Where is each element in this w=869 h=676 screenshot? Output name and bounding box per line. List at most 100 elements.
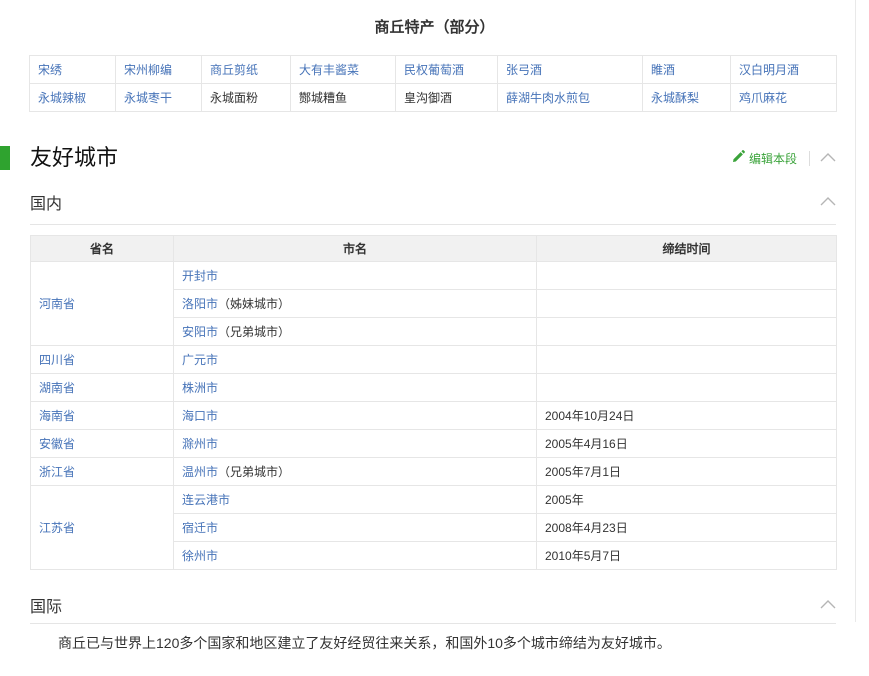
table-row: 湖南省 株洲市 xyxy=(31,374,837,402)
specialty-link[interactable]: 汉白明月酒 xyxy=(739,63,799,77)
province-link[interactable]: 浙江省 xyxy=(39,465,75,479)
specialty-cell: 宋绣 xyxy=(30,56,116,84)
specialties-table-caption: 商丘特产（部分） xyxy=(0,0,869,36)
province-link[interactable]: 海南省 xyxy=(39,409,75,423)
date-cell: 2005年4月16日 xyxy=(537,430,837,458)
specialty-link[interactable]: 商丘剪纸 xyxy=(210,63,258,77)
date-cell: 2005年 xyxy=(537,486,837,514)
city-cell: 徐州市 xyxy=(174,542,537,570)
specialty-cell: 永城辣椒 xyxy=(30,84,116,112)
city-cell: 温州市（兄弟城市） xyxy=(174,458,537,486)
specialty-link[interactable]: 大有丰酱菜 xyxy=(299,63,359,77)
specialty-row: 永城辣椒 永城枣干 永城面粉 酂城糟鱼 皇沟御酒 薛湖牛肉水煎包 永城酥梨 鸡爪麻花 xyxy=(30,84,837,112)
specialty-link[interactable]: 永城酥梨 xyxy=(651,91,699,105)
specialty-link[interactable]: 张弓酒 xyxy=(506,63,542,77)
province-link[interactable]: 安徽省 xyxy=(39,437,75,451)
city-cell: 广元市 xyxy=(174,346,537,374)
divider xyxy=(30,224,836,225)
province-cell: 湖南省 xyxy=(31,374,174,402)
subsection-header-international: 国际 xyxy=(30,596,836,614)
subsection-title: 国际 xyxy=(30,593,62,617)
city-link[interactable]: 开封市 xyxy=(182,269,218,283)
date-cell: 2008年4月23日 xyxy=(537,514,837,542)
specialty-cell: 汉白明月酒 xyxy=(731,56,837,84)
specialty-text: 永城面粉 xyxy=(210,91,258,105)
specialty-link[interactable]: 宋州柳编 xyxy=(124,63,172,77)
city-cell: 安阳市（兄弟城市） xyxy=(174,318,537,346)
chevron-up-icon[interactable] xyxy=(820,596,836,614)
city-cell: 开封市 xyxy=(174,262,537,290)
edit-section-label: 编辑本段 xyxy=(749,150,797,167)
province-cell: 四川省 xyxy=(31,346,174,374)
specialty-text: 皇沟御酒 xyxy=(404,91,452,105)
city-suffix: （兄弟城市） xyxy=(218,465,290,479)
specialty-link[interactable]: 永城枣干 xyxy=(124,91,172,105)
specialty-cell: 商丘剪纸 xyxy=(202,56,291,84)
specialty-cell: 民权葡萄酒 xyxy=(396,56,498,84)
international-paragraph: 商丘已与世界上120多个国家和地区建立了友好经贸往来关系，和国外10多个城市缔结… xyxy=(30,635,836,652)
specialty-cell: 薛湖牛肉水煎包 xyxy=(498,84,643,112)
province-link[interactable]: 江苏省 xyxy=(39,521,75,535)
city-link[interactable]: 滁州市 xyxy=(182,437,218,451)
subsection-title: 国内 xyxy=(30,190,62,214)
city-link[interactable]: 徐州市 xyxy=(182,549,218,563)
table-row: 浙江省温州市（兄弟城市）2005年7月1日 xyxy=(31,458,837,486)
specialty-link[interactable]: 宋绣 xyxy=(38,63,62,77)
column-header-province: 省名 xyxy=(31,236,174,262)
city-cell: 滁州市 xyxy=(174,430,537,458)
date-cell: 2004年10月24日 xyxy=(537,402,837,430)
province-link[interactable]: 湖南省 xyxy=(39,381,75,395)
city-link[interactable]: 株洲市 xyxy=(182,381,218,395)
table-header-row: 省名 市名 缔结时间 xyxy=(31,236,837,262)
city-link[interactable]: 安阳市 xyxy=(182,325,218,339)
subsection-header-domestic: 国内 xyxy=(30,193,836,211)
specialty-link[interactable]: 睢酒 xyxy=(651,63,675,77)
province-link[interactable]: 四川省 xyxy=(39,353,75,367)
chevron-up-icon[interactable] xyxy=(820,193,836,211)
specialty-text: 酂城糟鱼 xyxy=(299,91,347,105)
edit-section-button[interactable]: 编辑本段 xyxy=(732,150,797,167)
table-row: 河南省开封市 xyxy=(31,262,837,290)
pencil-icon xyxy=(732,150,745,166)
specialty-row: 宋绣 宋州柳编 商丘剪纸 大有丰酱菜 民权葡萄酒 张弓酒 睢酒 汉白明月酒 xyxy=(30,56,837,84)
city-link[interactable]: 连云港市 xyxy=(182,493,230,507)
date-cell: 2005年7月1日 xyxy=(537,458,837,486)
province-cell: 浙江省 xyxy=(31,458,174,486)
page-section-title: 友好城市 xyxy=(30,145,118,171)
specialty-cell: 酂城糟鱼 xyxy=(291,84,396,112)
date-cell xyxy=(537,374,837,402)
specialty-cell: 张弓酒 xyxy=(498,56,643,84)
specialty-cell: 鸡爪麻花 xyxy=(731,84,837,112)
city-link[interactable]: 洛阳市 xyxy=(182,297,218,311)
city-link[interactable]: 广元市 xyxy=(182,353,218,367)
specialty-cell: 睢酒 xyxy=(643,56,731,84)
city-cell: 株洲市 xyxy=(174,374,537,402)
specialty-link[interactable]: 薛湖牛肉水煎包 xyxy=(506,91,590,105)
table-row: 海南省 海口市 2004年10月24日 xyxy=(31,402,837,430)
section-green-bar xyxy=(0,146,10,170)
city-cell: 连云港市 xyxy=(174,486,537,514)
city-link[interactable]: 宿迁市 xyxy=(182,521,218,535)
divider xyxy=(809,151,810,166)
province-cell: 海南省 xyxy=(31,402,174,430)
province-link[interactable]: 河南省 xyxy=(39,297,75,311)
specialty-cell: 宋州柳编 xyxy=(116,56,202,84)
content-right-border xyxy=(855,0,856,622)
date-cell xyxy=(537,262,837,290)
chevron-up-icon[interactable] xyxy=(820,149,836,167)
specialty-link[interactable]: 鸡爪麻花 xyxy=(739,91,787,105)
city-cell: 宿迁市 xyxy=(174,514,537,542)
city-suffix: （姊妹城市） xyxy=(218,297,290,311)
date-cell: 2010年5月7日 xyxy=(537,542,837,570)
column-header-date: 缔结时间 xyxy=(537,236,837,262)
city-link[interactable]: 海口市 xyxy=(182,409,218,423)
specialty-link[interactable]: 永城辣椒 xyxy=(38,91,86,105)
province-cell: 安徽省 xyxy=(31,430,174,458)
specialty-link[interactable]: 民权葡萄酒 xyxy=(404,63,464,77)
specialties-table: 宋绣宋州柳编商丘剪纸大有丰酱菜民权葡萄酒张弓酒睢酒汉白明月酒永城辣椒永城枣干永城… xyxy=(29,55,837,112)
city-suffix: （兄弟城市） xyxy=(218,325,290,339)
date-cell xyxy=(537,290,837,318)
city-link[interactable]: 温州市 xyxy=(182,465,218,479)
province-cell: 江苏省 xyxy=(31,486,174,570)
city-cell: 海口市 xyxy=(174,402,537,430)
